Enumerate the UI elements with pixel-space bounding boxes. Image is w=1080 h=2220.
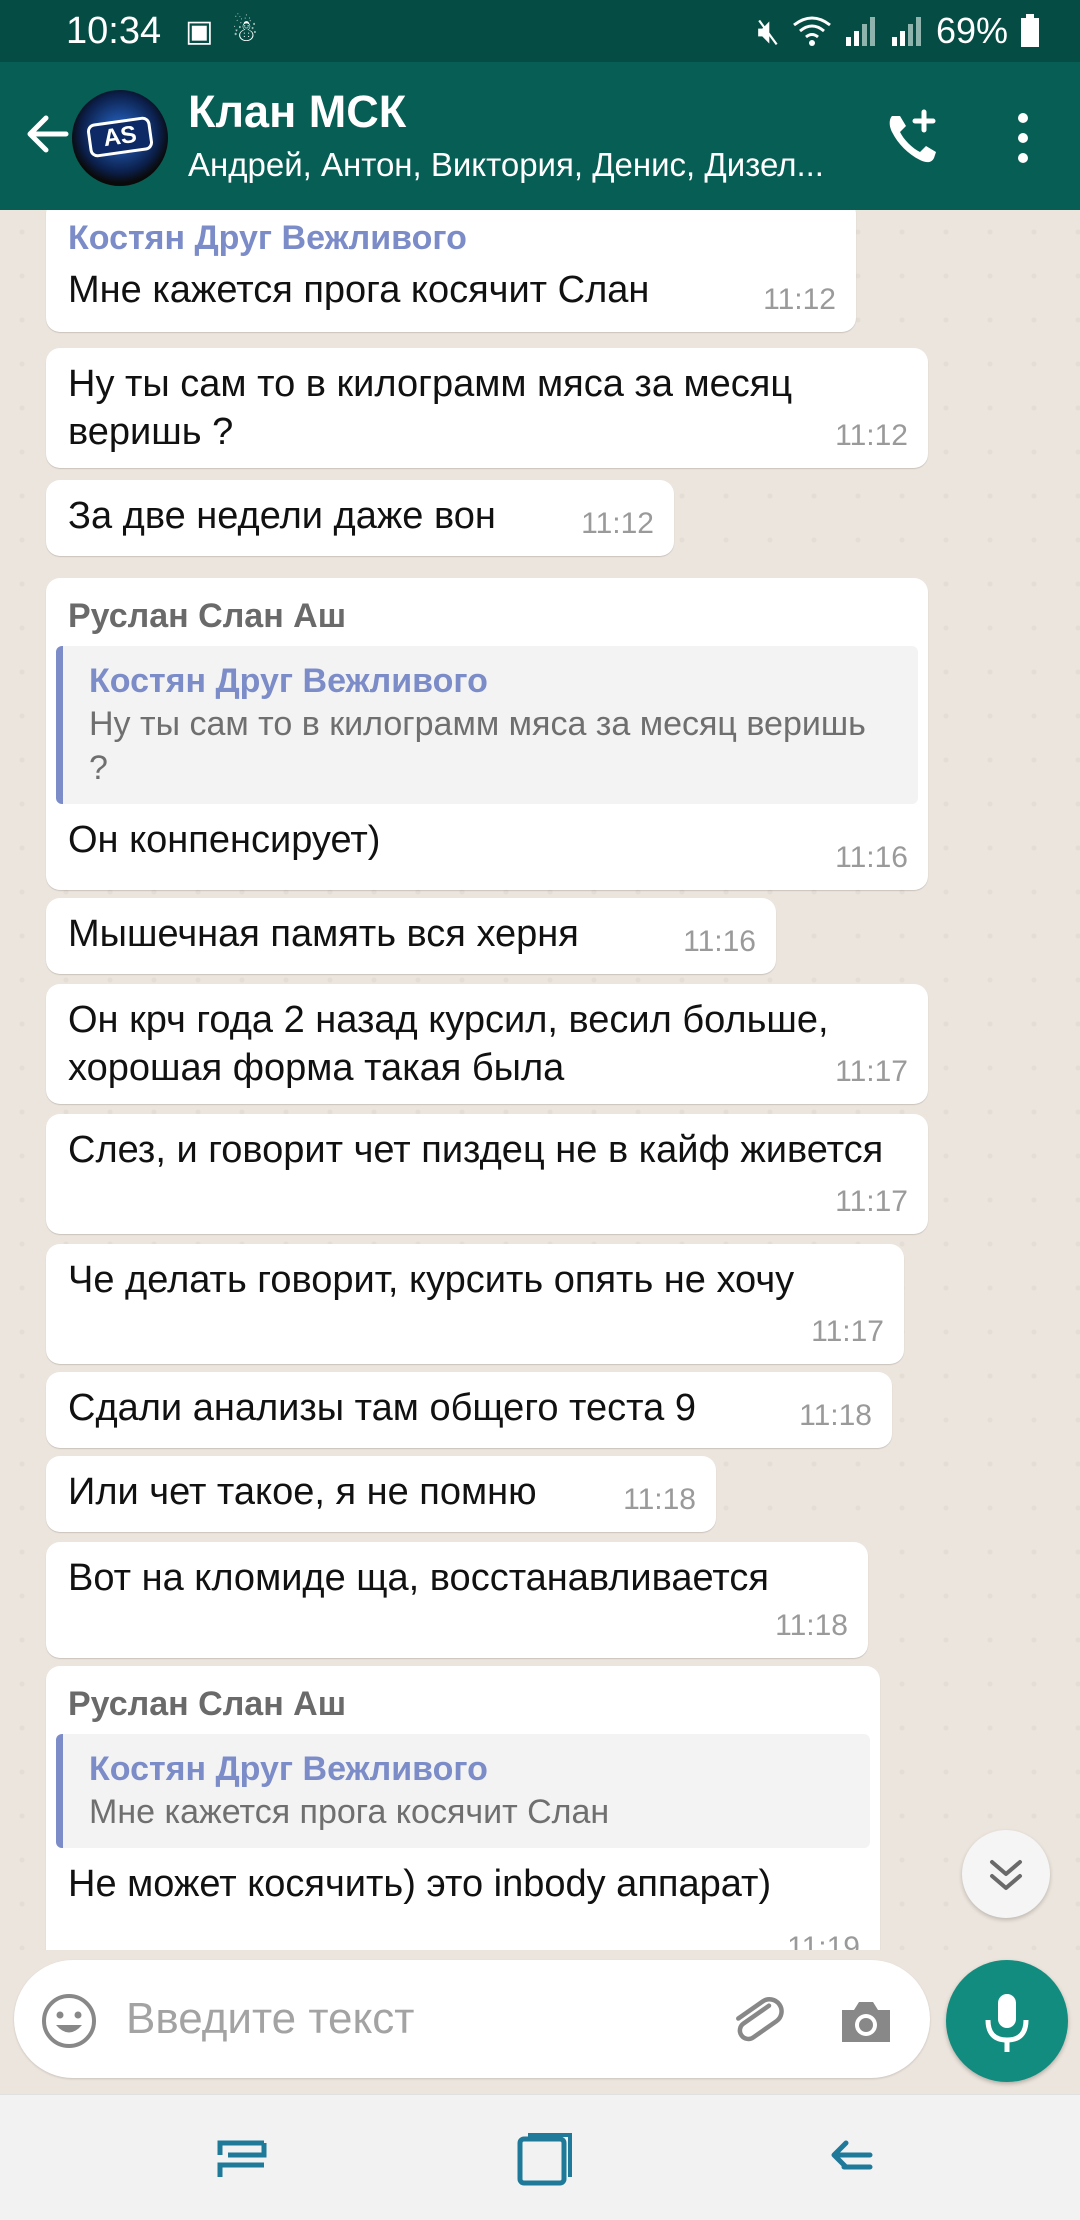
home-icon[interactable] xyxy=(514,2131,576,2189)
message-text: Или чет такое, я не помню xyxy=(68,1471,537,1513)
status-time: 10:34 xyxy=(66,9,162,52)
double-chevron-down-icon xyxy=(990,1860,1022,1890)
message-time: 11:17 xyxy=(835,1055,908,1088)
message-sender: Руслан Слан Аш xyxy=(68,1685,347,1723)
scroll-to-bottom-button[interactable] xyxy=(962,1830,1050,1918)
message-bubble[interactable]: Или чет такое, я не помню 11:18 xyxy=(46,1456,716,1532)
message-bubble[interactable]: Мышечная память вся херня 11:16 xyxy=(46,898,776,974)
message-sender: Костян Друг Вежливого xyxy=(68,219,467,257)
message-time: 11:18 xyxy=(799,1399,872,1432)
gallery-notification-icon: ▣ xyxy=(185,14,214,48)
message-bubble[interactable]: Он крч года 2 назад курсил, весил больше… xyxy=(46,984,928,1104)
message-bubble[interactable]: Вот на кломиде ща, восстанавливается 11:… xyxy=(46,1542,868,1658)
message-time: 11:12 xyxy=(581,507,654,540)
message-time: 11:19 xyxy=(787,1931,860,1950)
message-input-bar[interactable]: Введите текст xyxy=(14,1960,930,2078)
quoted-message[interactable]: Костян Друг Вежливого Мне кажется прога … xyxy=(56,1734,870,1848)
battery-percent: 69% xyxy=(935,10,1008,51)
camera-icon[interactable] xyxy=(834,1990,898,2054)
app-notification-icon: ☃ xyxy=(231,14,259,48)
quoted-text: Мне кажется прога косячит Слан xyxy=(89,1793,610,1831)
message-bubble[interactable]: Костян Друг Вежливого Мне кажется прога … xyxy=(46,210,856,332)
chat-title[interactable]: Клан МСК xyxy=(188,86,406,138)
message-text: Ну ты сам то в килограмм мяса за месяц в… xyxy=(68,363,793,453)
message-text: Он крч года 2 назад курсил, весил больше… xyxy=(68,999,829,1089)
emoji-icon[interactable] xyxy=(40,1992,98,2050)
signal-icon xyxy=(845,17,875,46)
microphone-icon xyxy=(985,1994,1029,2052)
quoted-sender: Костян Друг Вежливого xyxy=(89,1750,488,1788)
message-time: 11:12 xyxy=(835,419,908,452)
reply-message-bubble[interactable]: Руслан Слан Аш Костян Друг Вежливого Мне… xyxy=(46,1666,880,1950)
message-bubble[interactable]: Сдали анализы там общего теста 9 11:18 xyxy=(46,1372,892,1448)
system-navigation-bar xyxy=(0,2094,1080,2220)
status-bar: 10:34 ▣ ☃ 🔇︎ 69% xyxy=(0,0,1080,62)
message-bubble[interactable]: За две недели даже вон 11:12 xyxy=(46,480,674,556)
more-options-icon[interactable] xyxy=(998,106,1048,170)
recent-apps-icon[interactable] xyxy=(214,2133,270,2187)
message-time: 11:18 xyxy=(775,1609,848,1642)
message-list[interactable]: Костян Друг Вежливого Мне кажется прога … xyxy=(0,210,1080,1950)
chat-header: AS Клан МСК Андрей, Антон, Виктория, Ден… xyxy=(0,62,1080,210)
message-text: Слез, и говорит чет пиздец не в кайф жив… xyxy=(68,1129,884,1171)
attach-icon[interactable] xyxy=(726,1990,790,2054)
quoted-text: Ну ты сам то в килограмм мяса за месяц в… xyxy=(89,705,866,787)
quoted-sender: Костян Друг Вежливого xyxy=(89,662,488,700)
message-text: Вот на кломиде ща, восстанавливается xyxy=(68,1557,769,1599)
message-text: За две недели даже вон xyxy=(68,495,496,537)
group-avatar[interactable]: AS xyxy=(72,90,168,186)
mute-icon: 🔇︎ xyxy=(757,9,780,51)
chat-participants[interactable]: Андрей, Антон, Виктория, Денис, Дизел... xyxy=(188,146,848,184)
message-time: 11:16 xyxy=(683,925,756,958)
message-time: 11:12 xyxy=(763,283,836,316)
add-call-icon[interactable] xyxy=(880,106,944,170)
message-text: Че делать говорит, курсить опять не хочу xyxy=(68,1259,795,1301)
message-time: 11:17 xyxy=(811,1315,884,1348)
message-sender: Руслан Слан Аш xyxy=(68,597,347,635)
message-text: Не может косячить) это inbody аппарат) xyxy=(68,1863,772,1905)
signal-icon-2 xyxy=(891,17,921,46)
message-time: 11:17 xyxy=(835,1185,908,1218)
voice-record-button[interactable] xyxy=(946,1960,1068,2082)
message-bubble[interactable]: Че делать говорит, курсить опять не хочу… xyxy=(46,1244,904,1364)
back-arrow-icon[interactable] xyxy=(18,104,78,164)
message-text: Он конпенсирует) xyxy=(68,819,381,861)
message-time: 11:16 xyxy=(835,841,908,874)
message-bubble[interactable]: Слез, и говорит чет пиздец не в кайф жив… xyxy=(46,1114,928,1234)
reply-message-bubble[interactable]: Руслан Слан Аш Костян Друг Вежливого Ну … xyxy=(46,578,928,890)
message-text: Сдали анализы там общего теста 9 xyxy=(68,1387,696,1429)
message-bubble[interactable]: Ну ты сам то в килограмм мяса за месяц в… xyxy=(46,348,928,468)
battery-icon xyxy=(1021,14,1039,47)
wifi-icon xyxy=(793,16,831,46)
message-text: Мышечная память вся херня xyxy=(68,913,579,955)
message-text: Мне кажется прога косячит Слан xyxy=(68,269,650,311)
back-icon[interactable] xyxy=(820,2133,876,2187)
message-time: 11:18 xyxy=(623,1483,696,1516)
message-input[interactable]: Введите текст xyxy=(126,1994,414,2044)
quoted-message[interactable]: Костян Друг Вежливого Ну ты сам то в кил… xyxy=(56,646,918,804)
